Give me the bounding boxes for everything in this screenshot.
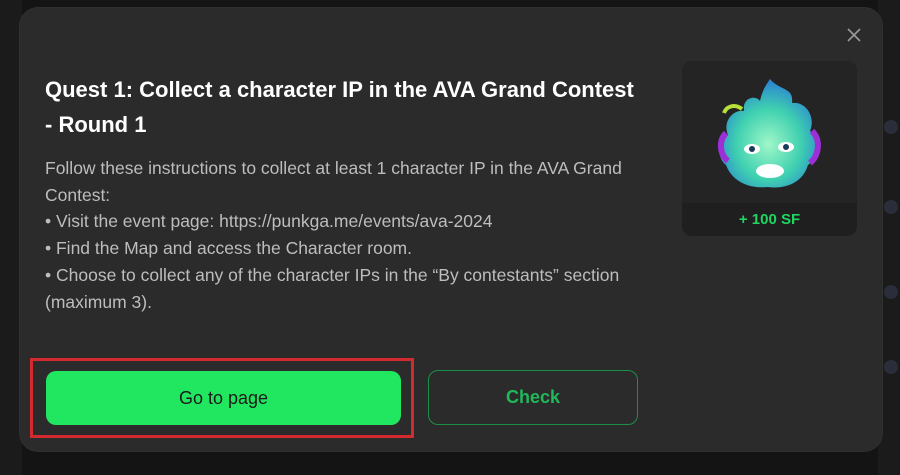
background-avatar-icon — [884, 120, 898, 134]
reward-card: + 100 SF — [682, 61, 857, 236]
green-flame-character-icon — [718, 79, 821, 188]
background-avatar-icon — [884, 360, 898, 374]
quest-title: Quest 1: Collect a character IP in the A… — [45, 77, 634, 137]
background-avatar-icon — [884, 200, 898, 214]
background-page-left — [0, 0, 22, 475]
quest-step: • Visit the event page: https://punkga.m… — [45, 211, 493, 232]
quest-intro: Follow these instructions to collect at … — [45, 158, 622, 205]
quest-step: • Choose to collect any of the character… — [45, 264, 620, 312]
quest-modal: Quest 1: Collect a character IP in the A… — [20, 8, 882, 451]
check-button[interactable]: Check — [428, 370, 638, 425]
go-to-page-button[interactable]: Go to page — [46, 371, 401, 425]
close-icon[interactable] — [844, 26, 864, 46]
close-icon-glyph — [847, 28, 861, 42]
reward-amount: + 100 SF — [738, 211, 801, 228]
quest-step: • Find the Map and access the Character … — [45, 238, 412, 259]
reward-character-image — [682, 61, 857, 203]
quest-description: Follow these instructions to collect at … — [45, 155, 635, 315]
background-avatar-icon — [884, 285, 898, 299]
